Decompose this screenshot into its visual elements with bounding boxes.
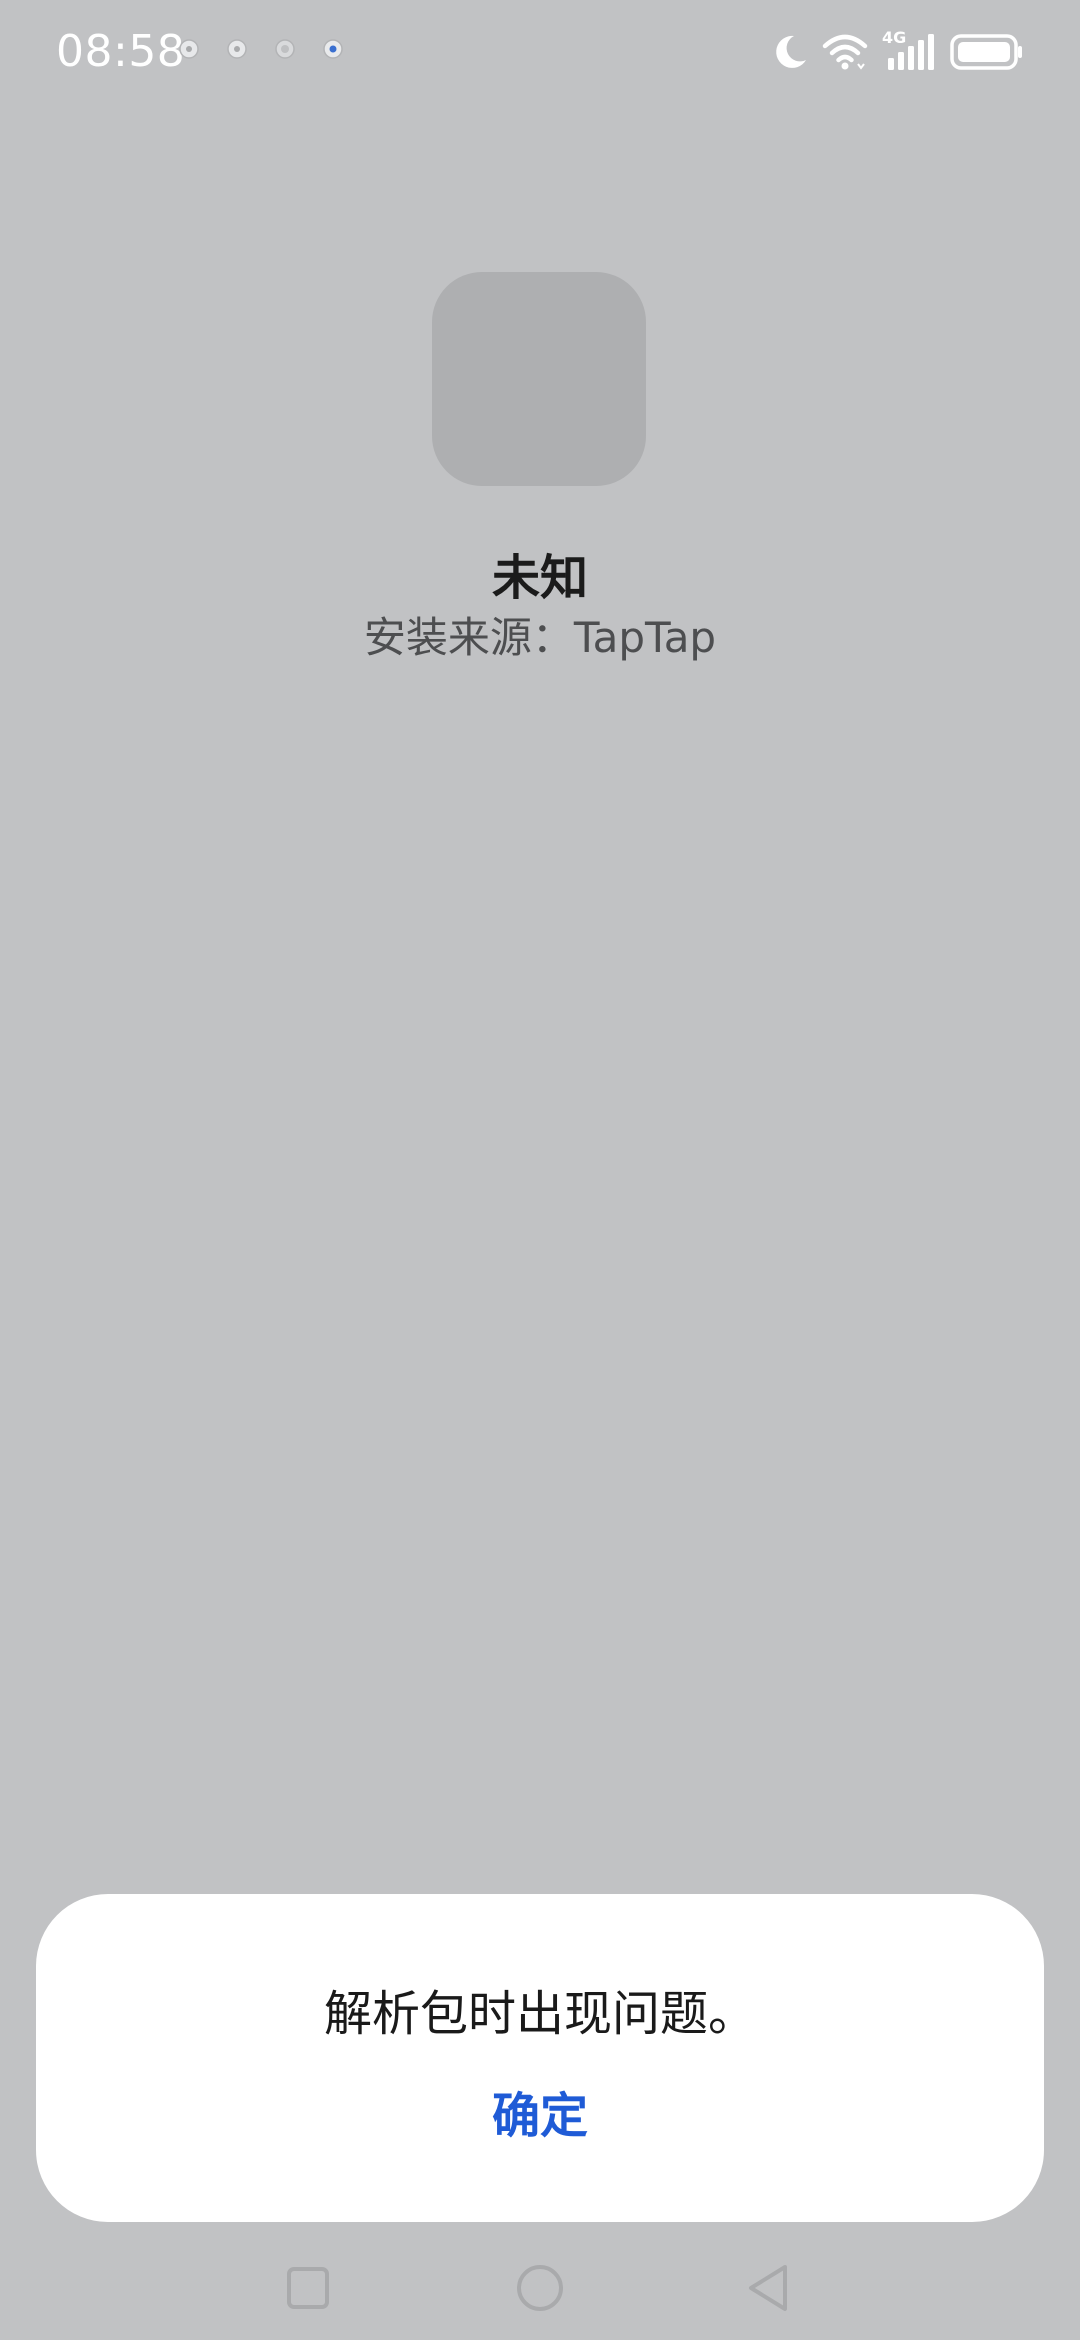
recents-button[interactable] <box>248 2240 368 2340</box>
app-notification-icon <box>226 38 248 60</box>
error-dialog: 解析包时出现问题。 确定 <box>36 1894 1044 2222</box>
home-circle-icon <box>515 2263 565 2317</box>
battery-icon <box>950 32 1024 72</box>
app-placeholder-icon <box>432 272 646 486</box>
recents-square-icon <box>286 2266 330 2314</box>
back-button[interactable] <box>708 2240 828 2340</box>
status-bar: 08:58 4G <box>0 0 1080 108</box>
moon-icon <box>772 32 808 72</box>
app-notification-icon <box>274 38 296 60</box>
dialog-message: 解析包时出现问题。 <box>323 1986 756 2042</box>
home-button[interactable] <box>480 2240 600 2340</box>
wifi-icon <box>822 32 868 72</box>
app-notification-icon <box>178 38 200 60</box>
4g-signal-icon: 4G <box>882 28 936 72</box>
status-icons: 4G <box>772 28 1024 74</box>
app-name: 未知 <box>491 550 588 606</box>
notification-icons <box>178 38 344 60</box>
navigation-bar <box>0 2240 1080 2340</box>
app-notification-icon <box>322 38 344 60</box>
confirm-button[interactable]: 确定 <box>440 2074 640 2158</box>
status-time: 08:58 <box>56 26 186 77</box>
install-source: 安装来源：TapTap <box>363 613 717 662</box>
back-triangle-icon <box>745 2263 791 2317</box>
